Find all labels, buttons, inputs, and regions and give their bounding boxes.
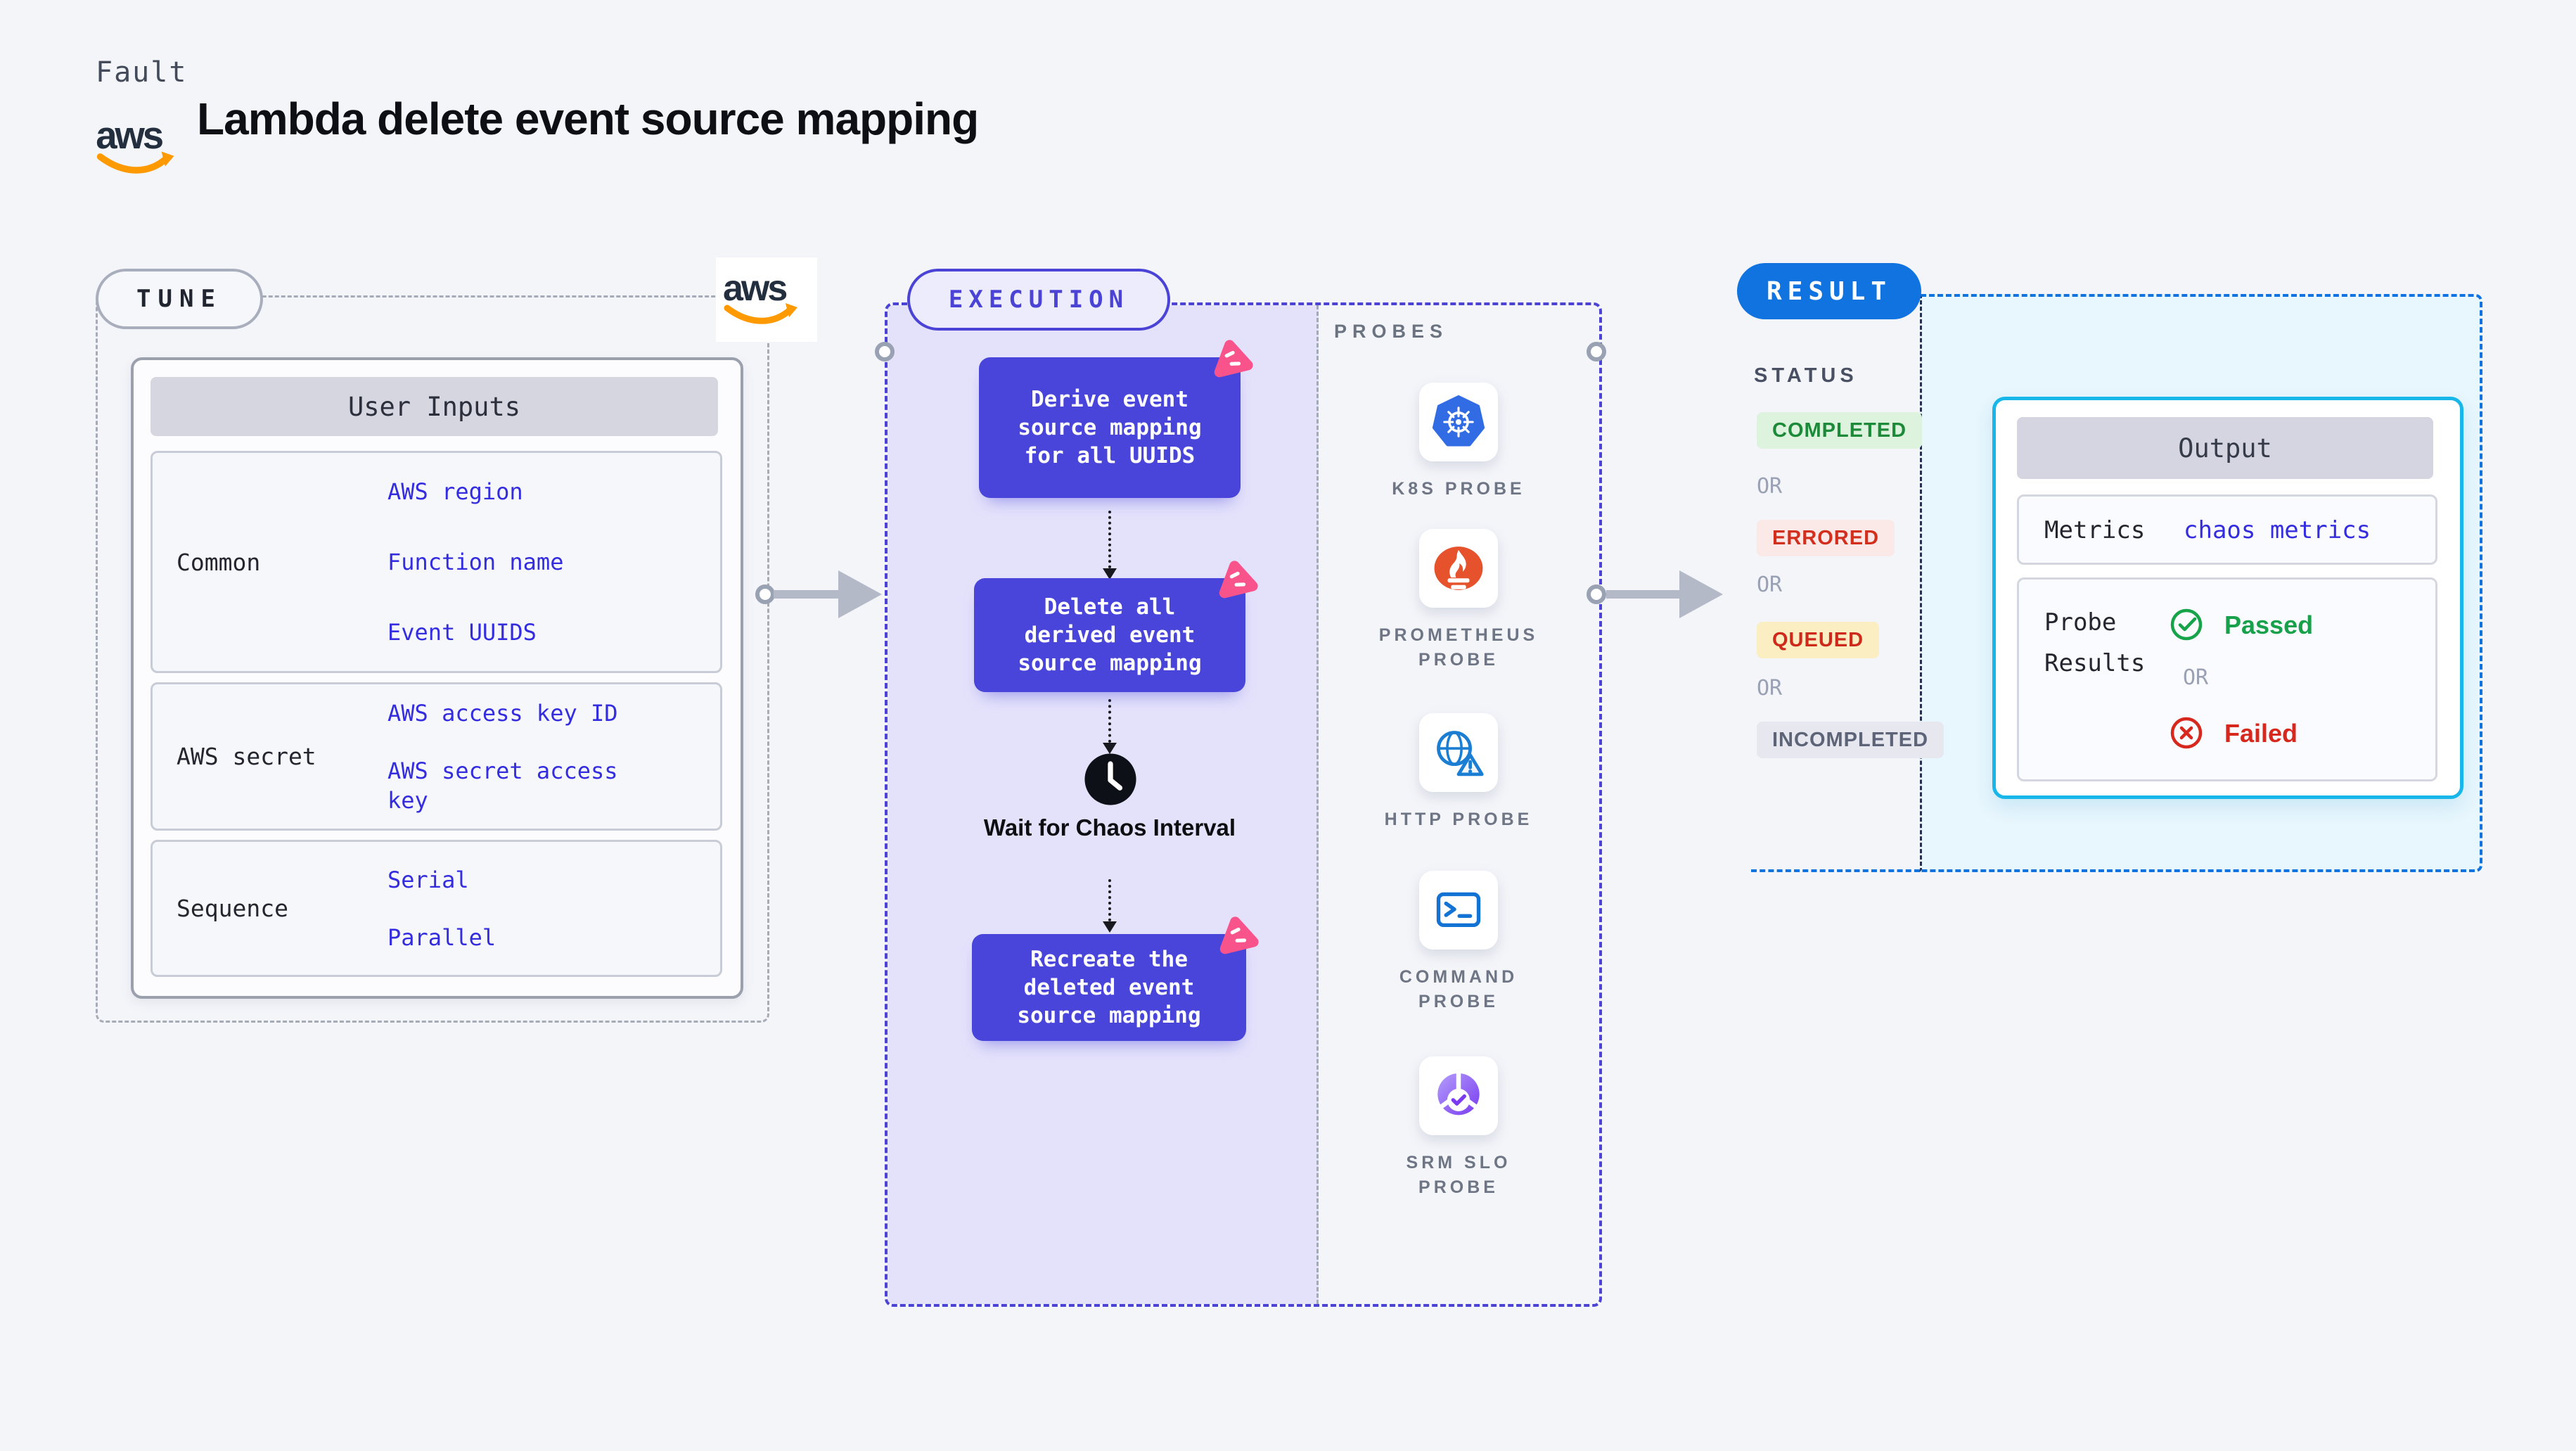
output-row-probe-results: Probe Results Passed OR Failed [2017, 577, 2437, 781]
row-label: Sequence [177, 895, 288, 922]
srm-slo-icon [1419, 1056, 1498, 1135]
connector-ring [875, 342, 895, 362]
table-row-sequence: Sequence Serial Parallel [150, 840, 722, 977]
user-inputs-card: User Inputs Common AWS region Function n… [131, 357, 743, 999]
aws-wordmark: aws [723, 268, 786, 309]
status-badge-queued: QUEUED [1757, 622, 1880, 658]
http-globe-icon [1419, 713, 1498, 792]
aws-logo-small: aws [716, 257, 817, 342]
step-label: Delete all derived event source mapping [1018, 594, 1202, 676]
arrow-shaft [774, 590, 838, 599]
execution-pill: EXECUTION [907, 269, 1170, 331]
probe-label: HTTP PROBE [1384, 810, 1533, 829]
row-label: Common [177, 548, 261, 576]
output-row-metrics: Metrics chaos metrics [2017, 494, 2437, 565]
arrow-head [1679, 570, 1723, 618]
check-circle-icon [2170, 608, 2203, 641]
probe-results-label: Probe Results [2044, 608, 2146, 677]
or-label: OR [2182, 665, 2209, 690]
metrics-label: Metrics [2044, 516, 2146, 544]
result-section-box: Output Metrics chaos metrics Probe Resul… [1920, 294, 2482, 872]
row-values: Serial Parallel [387, 851, 641, 966]
probe-label: COMMAND PROBE [1399, 967, 1518, 1011]
or-label: OR [1757, 676, 1783, 701]
step-label: Derive event source mapping for all UUID… [1018, 387, 1202, 468]
probe-label: PROMETHEUS PROBE [1378, 625, 1539, 670]
input-link-parallel[interactable]: Parallel [387, 923, 641, 952]
wait-for-chaos-interval-label: Wait for Chaos Interval [983, 814, 1236, 840]
aws-wordmark: aws [96, 114, 163, 157]
terminal-icon [1419, 871, 1498, 950]
probe-item-srm-slo: SRM SLO PROBE [1367, 1056, 1550, 1200]
table-row-common: Common AWS region Function name Event UU… [150, 451, 722, 673]
step-label: Recreate the deleted event source mappin… [1017, 947, 1201, 1028]
tune-pill: TUNE [96, 269, 263, 329]
connector-ring [1587, 342, 1606, 362]
probe-label: K8S PROBE [1392, 479, 1525, 499]
flow-arrow-head [1103, 921, 1117, 933]
input-link-serial[interactable]: Serial [387, 865, 641, 895]
status-badge-errored: ERRORED [1757, 520, 1895, 556]
row-values: AWS access key ID AWS secret access key [387, 684, 630, 829]
output-card: Output Metrics chaos metrics Probe Resul… [1992, 397, 2463, 799]
input-link-event-uuids[interactable]: Event UUIDS [387, 618, 641, 647]
execution-flow-panel: Derive event source mapping for all UUID… [887, 305, 1319, 1304]
status-badge-completed: COMPLETED [1757, 412, 1923, 449]
input-link-function-name[interactable]: Function name [387, 547, 641, 577]
status-badge-incompleted: INCOMPLETED [1757, 722, 1944, 758]
fault-diagram-page: Fault aws Lambda delete event source map… [0, 0, 2576, 1451]
probe-item-k8s: K8S PROBE [1367, 383, 1550, 501]
step-delete-event-source-mapping: Delete all derived event source mapping [974, 561, 1258, 692]
flow-arrow-line [1108, 879, 1111, 921]
step-derive-event-source-mapping: Derive event source mapping for all UUID… [979, 340, 1253, 498]
aws-smile-swoosh [96, 153, 170, 174]
or-label: OR [1757, 573, 1783, 597]
failed-label: Failed [2224, 719, 2298, 748]
probe-item-http: HTTP PROBE [1367, 713, 1550, 832]
row-label: AWS secret [177, 743, 316, 770]
row-values: AWS region Function name Event UUIDS [387, 456, 641, 667]
user-inputs-header: User Inputs [150, 377, 718, 436]
status-title: STATUS [1754, 364, 1858, 387]
passed-label: Passed [2224, 611, 2314, 639]
prometheus-icon [1419, 529, 1498, 608]
result-pill: RESULT [1737, 263, 1921, 319]
chaos-metrics-link[interactable]: chaos metrics [2184, 516, 2371, 544]
probe-item-prometheus: PROMETHEUS PROBE [1367, 529, 1550, 672]
input-link-aws-region[interactable]: AWS region [387, 477, 641, 506]
flow-arrow-line [1108, 511, 1111, 568]
clock-icon [1083, 752, 1138, 807]
probes-title: PROBES [1334, 321, 1449, 342]
input-link-aws-access-key-id[interactable]: AWS access key ID [387, 698, 630, 728]
input-link-aws-secret-access-key[interactable]: AWS secret access key [387, 756, 630, 815]
connector-ring [755, 584, 775, 604]
flow-arrow-line [1108, 699, 1111, 743]
probe-label: SRM SLO PROBE [1406, 1153, 1511, 1197]
output-header: Output [2017, 417, 2433, 479]
fault-eyebrow: Fault [96, 56, 188, 89]
or-label: OR [1757, 474, 1783, 499]
chaos-experiment-icon [1214, 340, 1253, 378]
status-strip: STATUS COMPLETED OR ERRORED OR QUEUED OR… [1751, 294, 1944, 872]
kubernetes-icon [1419, 383, 1498, 461]
x-circle-icon [2170, 717, 2203, 749]
probe-item-command: COMMAND PROBE [1367, 871, 1550, 1014]
step-recreate-event-source-mapping: Recreate the deleted event source mappin… [972, 916, 1259, 1041]
arrow-head [838, 570, 882, 618]
connector-ring [1587, 584, 1606, 604]
page-title: Lambda delete event source mapping [197, 94, 979, 144]
aws-logo: aws [93, 110, 181, 180]
execution-section-box: Derive event source mapping for all UUID… [885, 302, 1602, 1307]
aws-smile-swoosh [724, 305, 794, 324]
table-row-aws-secret: AWS secret AWS access key ID AWS secret … [150, 682, 722, 831]
arrow-shaft [1606, 590, 1679, 599]
